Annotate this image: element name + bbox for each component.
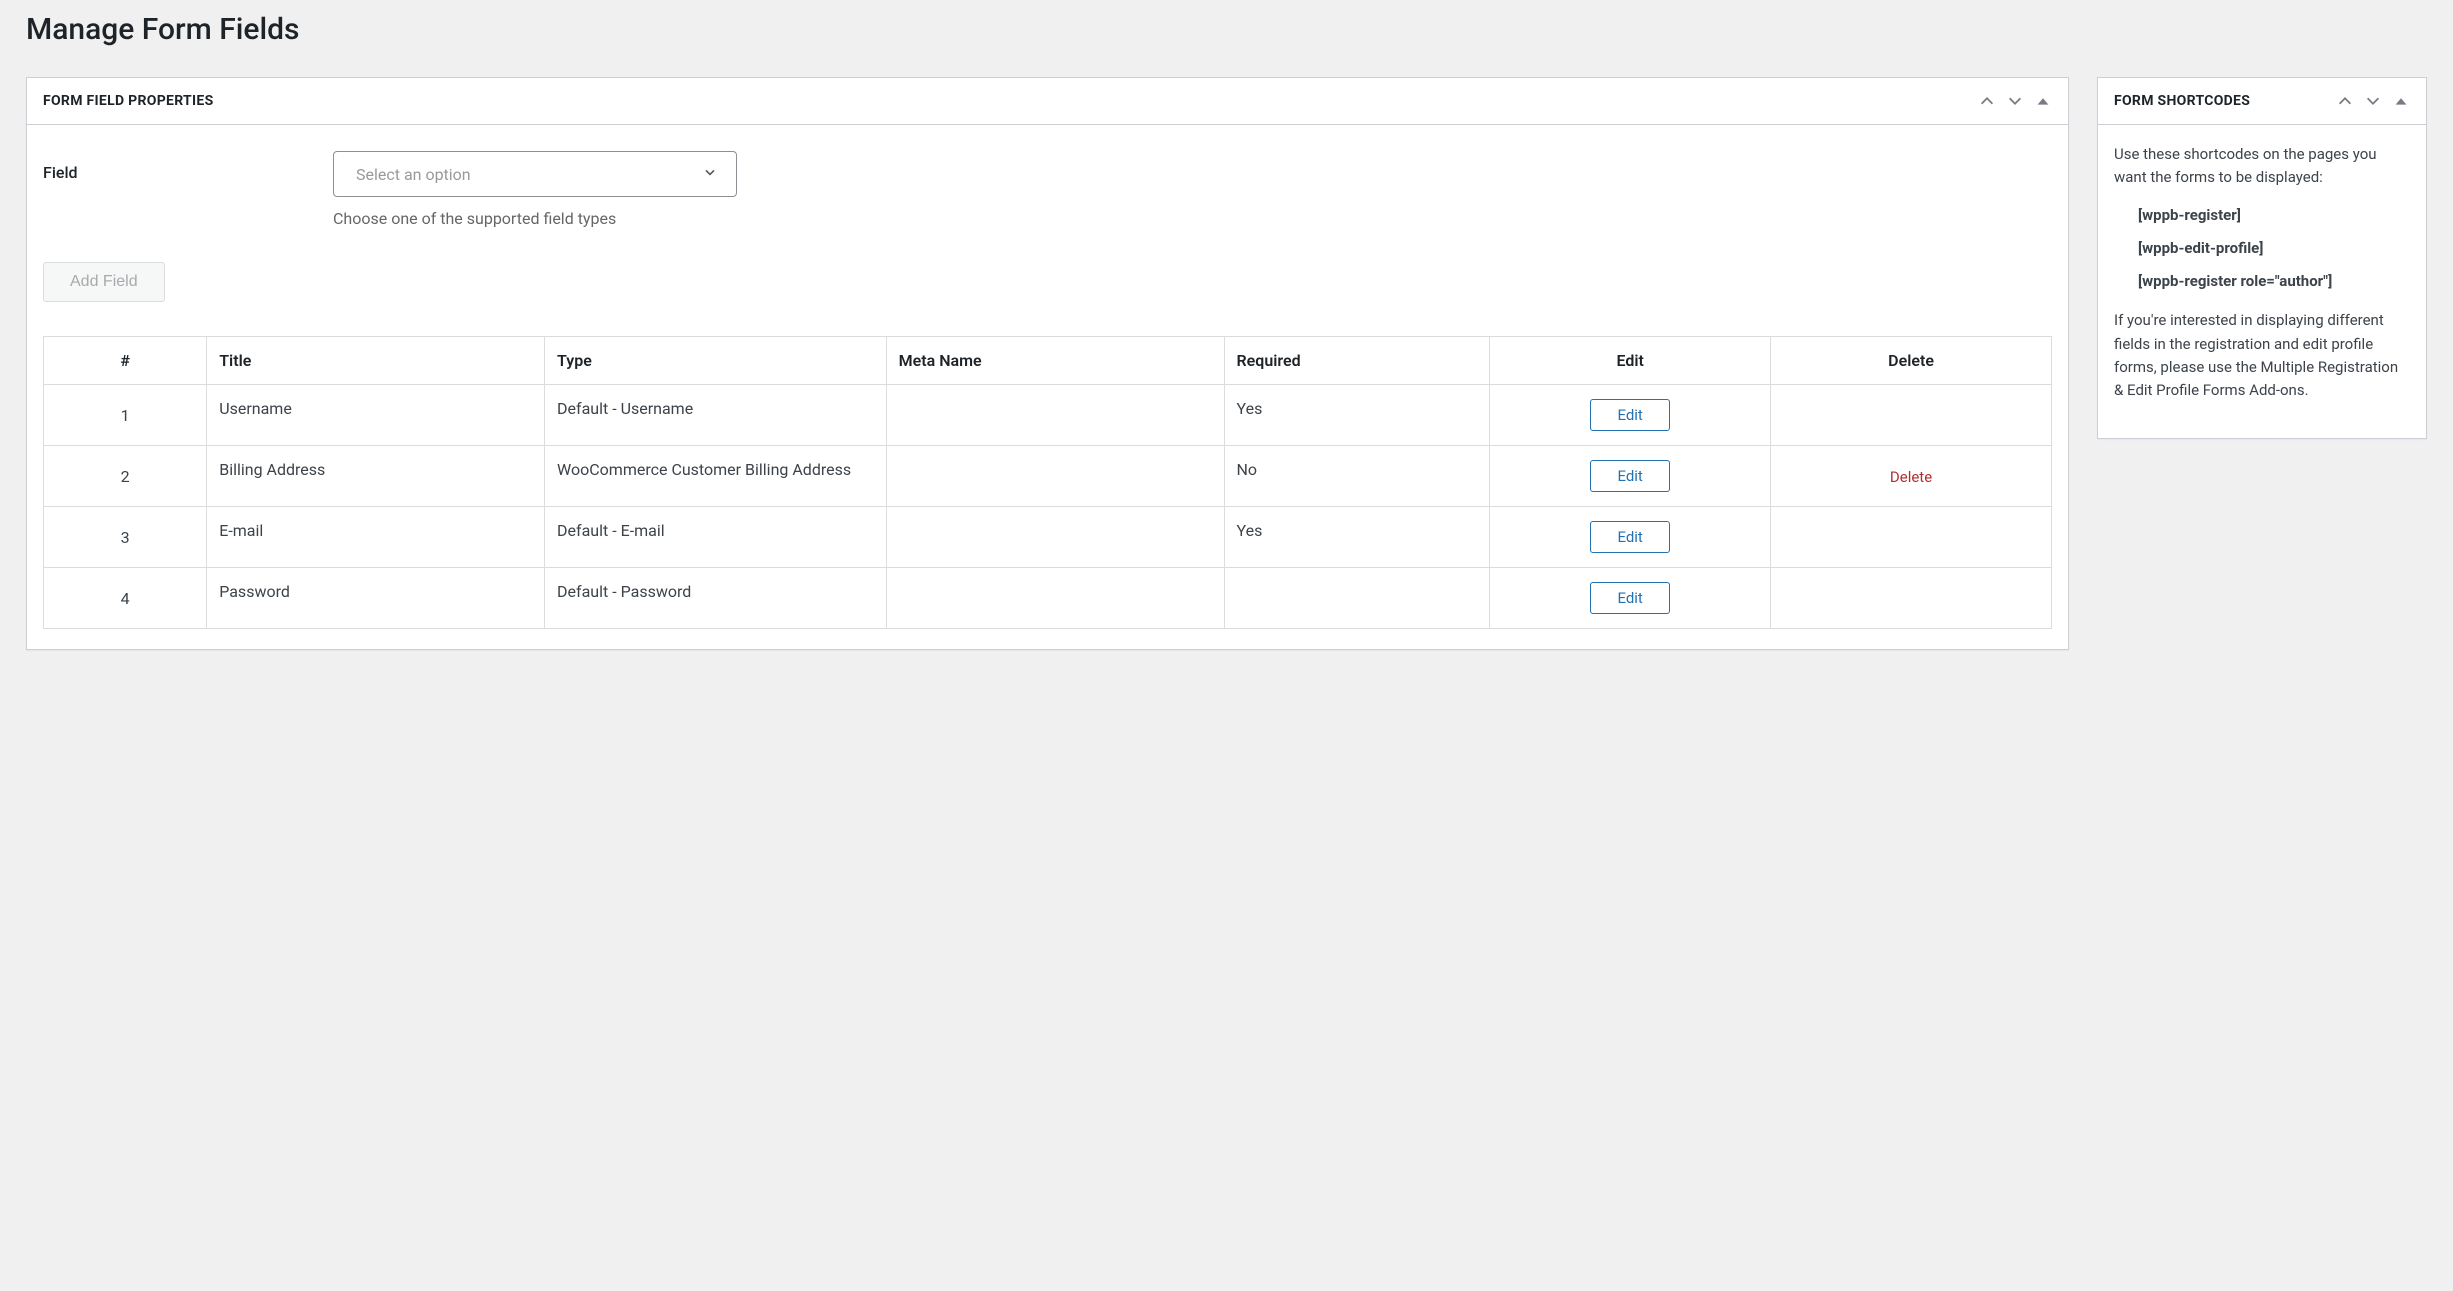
field-help-text: Choose one of the supported field types: [333, 209, 737, 228]
cell-meta: [886, 385, 1224, 446]
th-meta: Meta Name: [886, 337, 1224, 385]
fields-table: # Title Type Meta Name Required Edit Del…: [43, 336, 2052, 629]
edit-button[interactable]: Edit: [1590, 399, 1669, 431]
form-field-properties-panel: FORM FIELD PROPERTIES Field Select an op…: [26, 77, 2069, 650]
cell-required: Yes: [1224, 507, 1490, 568]
th-num: #: [44, 337, 207, 385]
shortcode-item: [wppb-edit-profile]: [2138, 237, 2410, 260]
cell-edit: Edit: [1490, 385, 1771, 446]
shortcode-item: [wppb-register role="author"]: [2138, 270, 2410, 293]
cell-num: 1: [44, 385, 207, 446]
shortcodes-note: If you're interested in displaying diffe…: [2114, 309, 2410, 402]
cell-edit: Edit: [1490, 507, 1771, 568]
cell-meta: [886, 568, 1224, 629]
collapse-icon[interactable]: [2392, 92, 2410, 110]
chevron-down-icon[interactable]: [2364, 92, 2382, 110]
cell-type: Default - Username: [545, 385, 887, 446]
shortcodes-intro: Use these shortcodes on the pages you wa…: [2114, 143, 2410, 190]
panel-title: FORM FIELD PROPERTIES: [43, 93, 214, 109]
table-row: 2Billing AddressWooCommerce Customer Bil…: [44, 446, 2052, 507]
cell-required: [1224, 568, 1490, 629]
page-title: Manage Form Fields: [0, 0, 2453, 77]
cell-delete: Delete: [1771, 446, 2052, 507]
cell-type: Default - E-mail: [545, 507, 887, 568]
field-type-select[interactable]: Select an option: [333, 151, 737, 197]
cell-required: No: [1224, 446, 1490, 507]
cell-edit: Edit: [1490, 446, 1771, 507]
field-label: Field: [43, 151, 313, 182]
collapse-icon[interactable]: [2034, 92, 2052, 110]
delete-link[interactable]: Delete: [1890, 468, 1932, 486]
cell-num: 3: [44, 507, 207, 568]
cell-num: 4: [44, 568, 207, 629]
th-edit: Edit: [1490, 337, 1771, 385]
chevron-down-icon: [702, 164, 718, 184]
cell-title: Billing Address: [207, 446, 545, 507]
table-row: 1UsernameDefault - Username Yes Edit: [44, 385, 2052, 446]
cell-title: Username: [207, 385, 545, 446]
cell-type: Default - Password: [545, 568, 887, 629]
chevron-up-icon[interactable]: [1978, 92, 1996, 110]
cell-edit: Edit: [1490, 568, 1771, 629]
cell-title: E-mail: [207, 507, 545, 568]
cell-meta: [886, 446, 1224, 507]
cell-delete: [1771, 507, 2052, 568]
th-type: Type: [545, 337, 887, 385]
th-required: Required: [1224, 337, 1490, 385]
form-shortcodes-panel: FORM SHORTCODES Use these shortcodes on …: [2097, 77, 2427, 439]
cell-title: Password: [207, 568, 545, 629]
table-row: 4PasswordDefault - Password Edit: [44, 568, 2052, 629]
th-delete: Delete: [1771, 337, 2052, 385]
cell-delete: [1771, 385, 2052, 446]
shortcode-item: [wppb-register]: [2138, 204, 2410, 227]
edit-button[interactable]: Edit: [1590, 521, 1669, 553]
cell-type: WooCommerce Customer Billing Address: [545, 446, 887, 507]
edit-button[interactable]: Edit: [1590, 582, 1669, 614]
chevron-down-icon[interactable]: [2006, 92, 2024, 110]
cell-delete: [1771, 568, 2052, 629]
panel-title: FORM SHORTCODES: [2114, 93, 2250, 109]
add-field-button[interactable]: Add Field: [43, 262, 165, 302]
table-row: 3E-mailDefault - E-mail Yes Edit: [44, 507, 2052, 568]
th-title: Title: [207, 337, 545, 385]
cell-required: Yes: [1224, 385, 1490, 446]
chevron-up-icon[interactable]: [2336, 92, 2354, 110]
edit-button[interactable]: Edit: [1590, 460, 1669, 492]
cell-num: 2: [44, 446, 207, 507]
select-placeholder: Select an option: [356, 165, 471, 184]
cell-meta: [886, 507, 1224, 568]
